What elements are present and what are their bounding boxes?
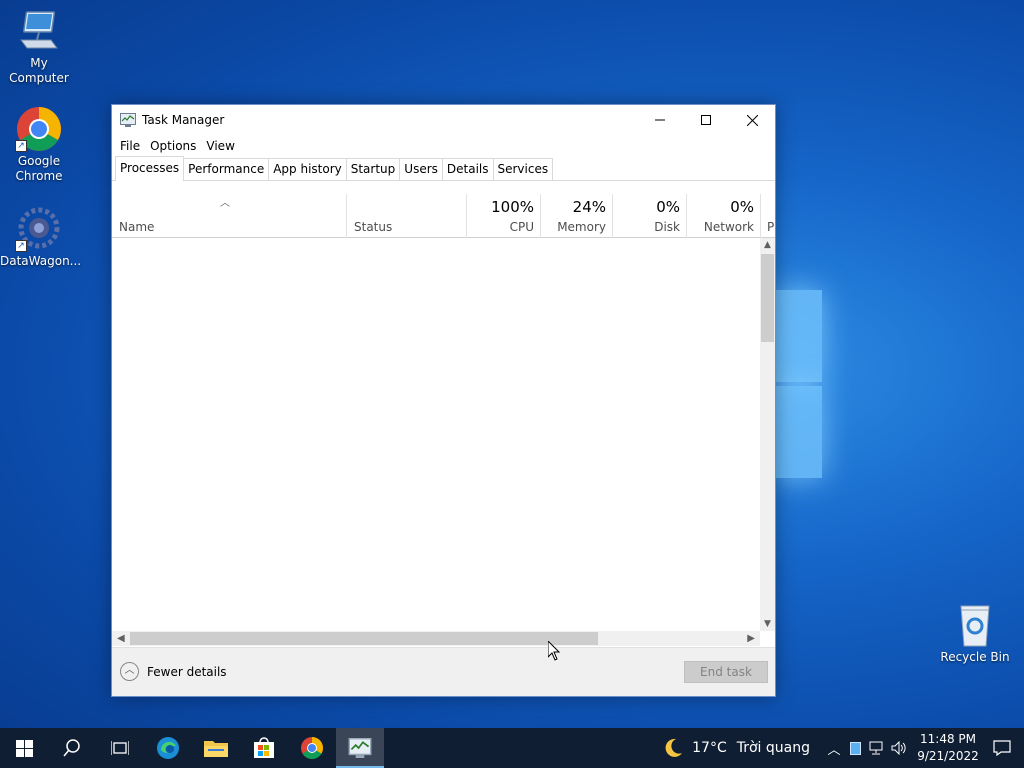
tab-users[interactable]: Users <box>399 158 443 180</box>
start-button[interactable] <box>0 728 48 768</box>
tray-app-icon[interactable] <box>844 741 866 755</box>
folder-icon <box>204 741 228 757</box>
desktop-icon-datawagon[interactable]: ↗ DataWagon... <box>0 206 82 269</box>
shortcut-arrow-icon: ↗ <box>15 240 27 252</box>
taskbar-edge[interactable] <box>144 728 192 768</box>
menu-bar: File Options View <box>112 135 775 157</box>
network-icon[interactable] <box>866 741 888 755</box>
desktop-icon-recycle-bin[interactable]: Recycle Bin <box>936 602 1014 665</box>
end-task-button[interactable]: End task <box>684 661 768 683</box>
horizontal-scroll-thumb[interactable] <box>130 632 598 645</box>
moon-icon <box>665 738 683 757</box>
clock-time: 11:48 PM <box>920 732 976 746</box>
chrome-icon <box>301 737 323 759</box>
tab-strip: Processes Performance App history Startu… <box>112 156 775 181</box>
store-icon <box>254 737 274 758</box>
close-icon <box>746 114 758 126</box>
column-name[interactable]: ︿ Name <box>112 194 347 238</box>
tab-details[interactable]: Details <box>441 158 494 180</box>
taskbar-chrome[interactable] <box>288 728 336 768</box>
menu-options[interactable]: Options <box>145 139 201 153</box>
vertical-scrollbar[interactable]: ▲ ▼ <box>760 238 775 631</box>
search-button[interactable] <box>48 728 96 768</box>
close-button[interactable] <box>729 105 775 135</box>
desktop-icon-label: My Computer <box>9 56 69 85</box>
desktop-icon-label: Recycle Bin <box>940 650 1010 664</box>
weather-widget[interactable]: 17°C Trời quang <box>662 737 810 759</box>
column-memory[interactable]: 24% Memory <box>541 194 613 238</box>
horizontal-scrollbar[interactable]: ◀ ▶ <box>112 631 760 646</box>
datawagon-icon: ↗ <box>15 206 63 252</box>
chrome-icon: ↗ <box>15 106 63 152</box>
title-bar[interactable]: Task Manager <box>112 105 775 135</box>
taskbar-task-manager[interactable] <box>336 728 384 768</box>
minimize-button[interactable] <box>637 105 683 135</box>
footer-bar: ︿ Fewer details End task <box>112 647 775 696</box>
column-cpu[interactable]: 100% CPU <box>467 194 541 238</box>
column-header-row: ︿ Name Status 100% CPU 24% Memory 0% Dis… <box>112 194 775 238</box>
notification-icon <box>993 740 1011 756</box>
taskbar-file-explorer[interactable] <box>192 728 240 768</box>
tab-startup[interactable]: Startup <box>345 158 401 180</box>
maximize-icon <box>701 115 711 125</box>
taskbar: 17°C Trời quang ︿ 11:48 PM 9/21/2022 <box>0 728 1024 768</box>
wallpaper-windows-logo <box>776 290 824 480</box>
maximize-button[interactable] <box>683 105 729 135</box>
task-view-button[interactable] <box>96 728 144 768</box>
weather-desc: Trời quang <box>736 740 810 756</box>
fewer-details-button[interactable]: ︿ Fewer details <box>120 662 227 681</box>
recycle-bin-icon <box>951 602 999 648</box>
process-list[interactable] <box>112 238 760 631</box>
clock-date: 9/21/2022 <box>917 749 979 763</box>
volume-icon[interactable] <box>888 741 910 755</box>
chevron-up-icon: ︿ <box>120 662 139 681</box>
system-tray: 17°C Trời quang ︿ 11:48 PM 9/21/2022 <box>662 728 1024 768</box>
task-manager-icon <box>348 738 372 758</box>
scroll-down-icon[interactable]: ▼ <box>760 619 775 629</box>
sort-up-icon: ︿ <box>220 198 230 209</box>
window-title: Task Manager <box>142 113 225 127</box>
task-view-icon <box>111 741 129 755</box>
column-power-partial[interactable]: P <box>761 194 775 238</box>
scroll-left-icon[interactable]: ◀ <box>117 631 125 646</box>
shortcut-arrow-icon: ↗ <box>15 140 27 152</box>
column-network[interactable]: 0% Network <box>687 194 761 238</box>
clock[interactable]: 11:48 PM 9/21/2022 <box>916 731 980 765</box>
show-hidden-icons-button[interactable]: ︿ <box>824 739 844 758</box>
minimize-icon <box>655 119 665 121</box>
vertical-scroll-thumb[interactable] <box>761 254 774 342</box>
taskbar-store[interactable] <box>240 728 288 768</box>
search-icon <box>63 739 80 757</box>
desktop-icon-label: Google Chrome <box>15 154 63 183</box>
tab-processes[interactable]: Processes <box>115 156 185 181</box>
menu-view[interactable]: View <box>201 139 239 153</box>
column-disk[interactable]: 0% Disk <box>613 194 687 238</box>
desktop-icon-my-computer[interactable]: My Computer <box>0 8 78 86</box>
notifications-button[interactable] <box>980 740 1024 756</box>
scroll-right-icon[interactable]: ▶ <box>747 631 755 646</box>
column-status[interactable]: Status <box>347 194 467 238</box>
tab-app-history[interactable]: App history <box>268 158 347 180</box>
tab-performance[interactable]: Performance <box>183 158 270 180</box>
task-manager-icon <box>120 113 136 127</box>
weather-temp: 17°C <box>692 740 727 756</box>
desktop-icon-google-chrome[interactable]: ↗ Google Chrome <box>0 106 78 184</box>
desktop-icon-label: DataWagon... <box>0 254 82 268</box>
tab-services[interactable]: Services <box>492 158 554 180</box>
edge-icon <box>157 737 179 759</box>
mouse-cursor-icon <box>548 641 561 661</box>
computer-icon <box>15 8 63 54</box>
menu-file[interactable]: File <box>115 139 145 153</box>
scroll-up-icon[interactable]: ▲ <box>760 240 775 250</box>
task-manager-window[interactable]: Task Manager File Options View Processes… <box>111 104 776 697</box>
windows-logo-icon <box>15 739 33 757</box>
